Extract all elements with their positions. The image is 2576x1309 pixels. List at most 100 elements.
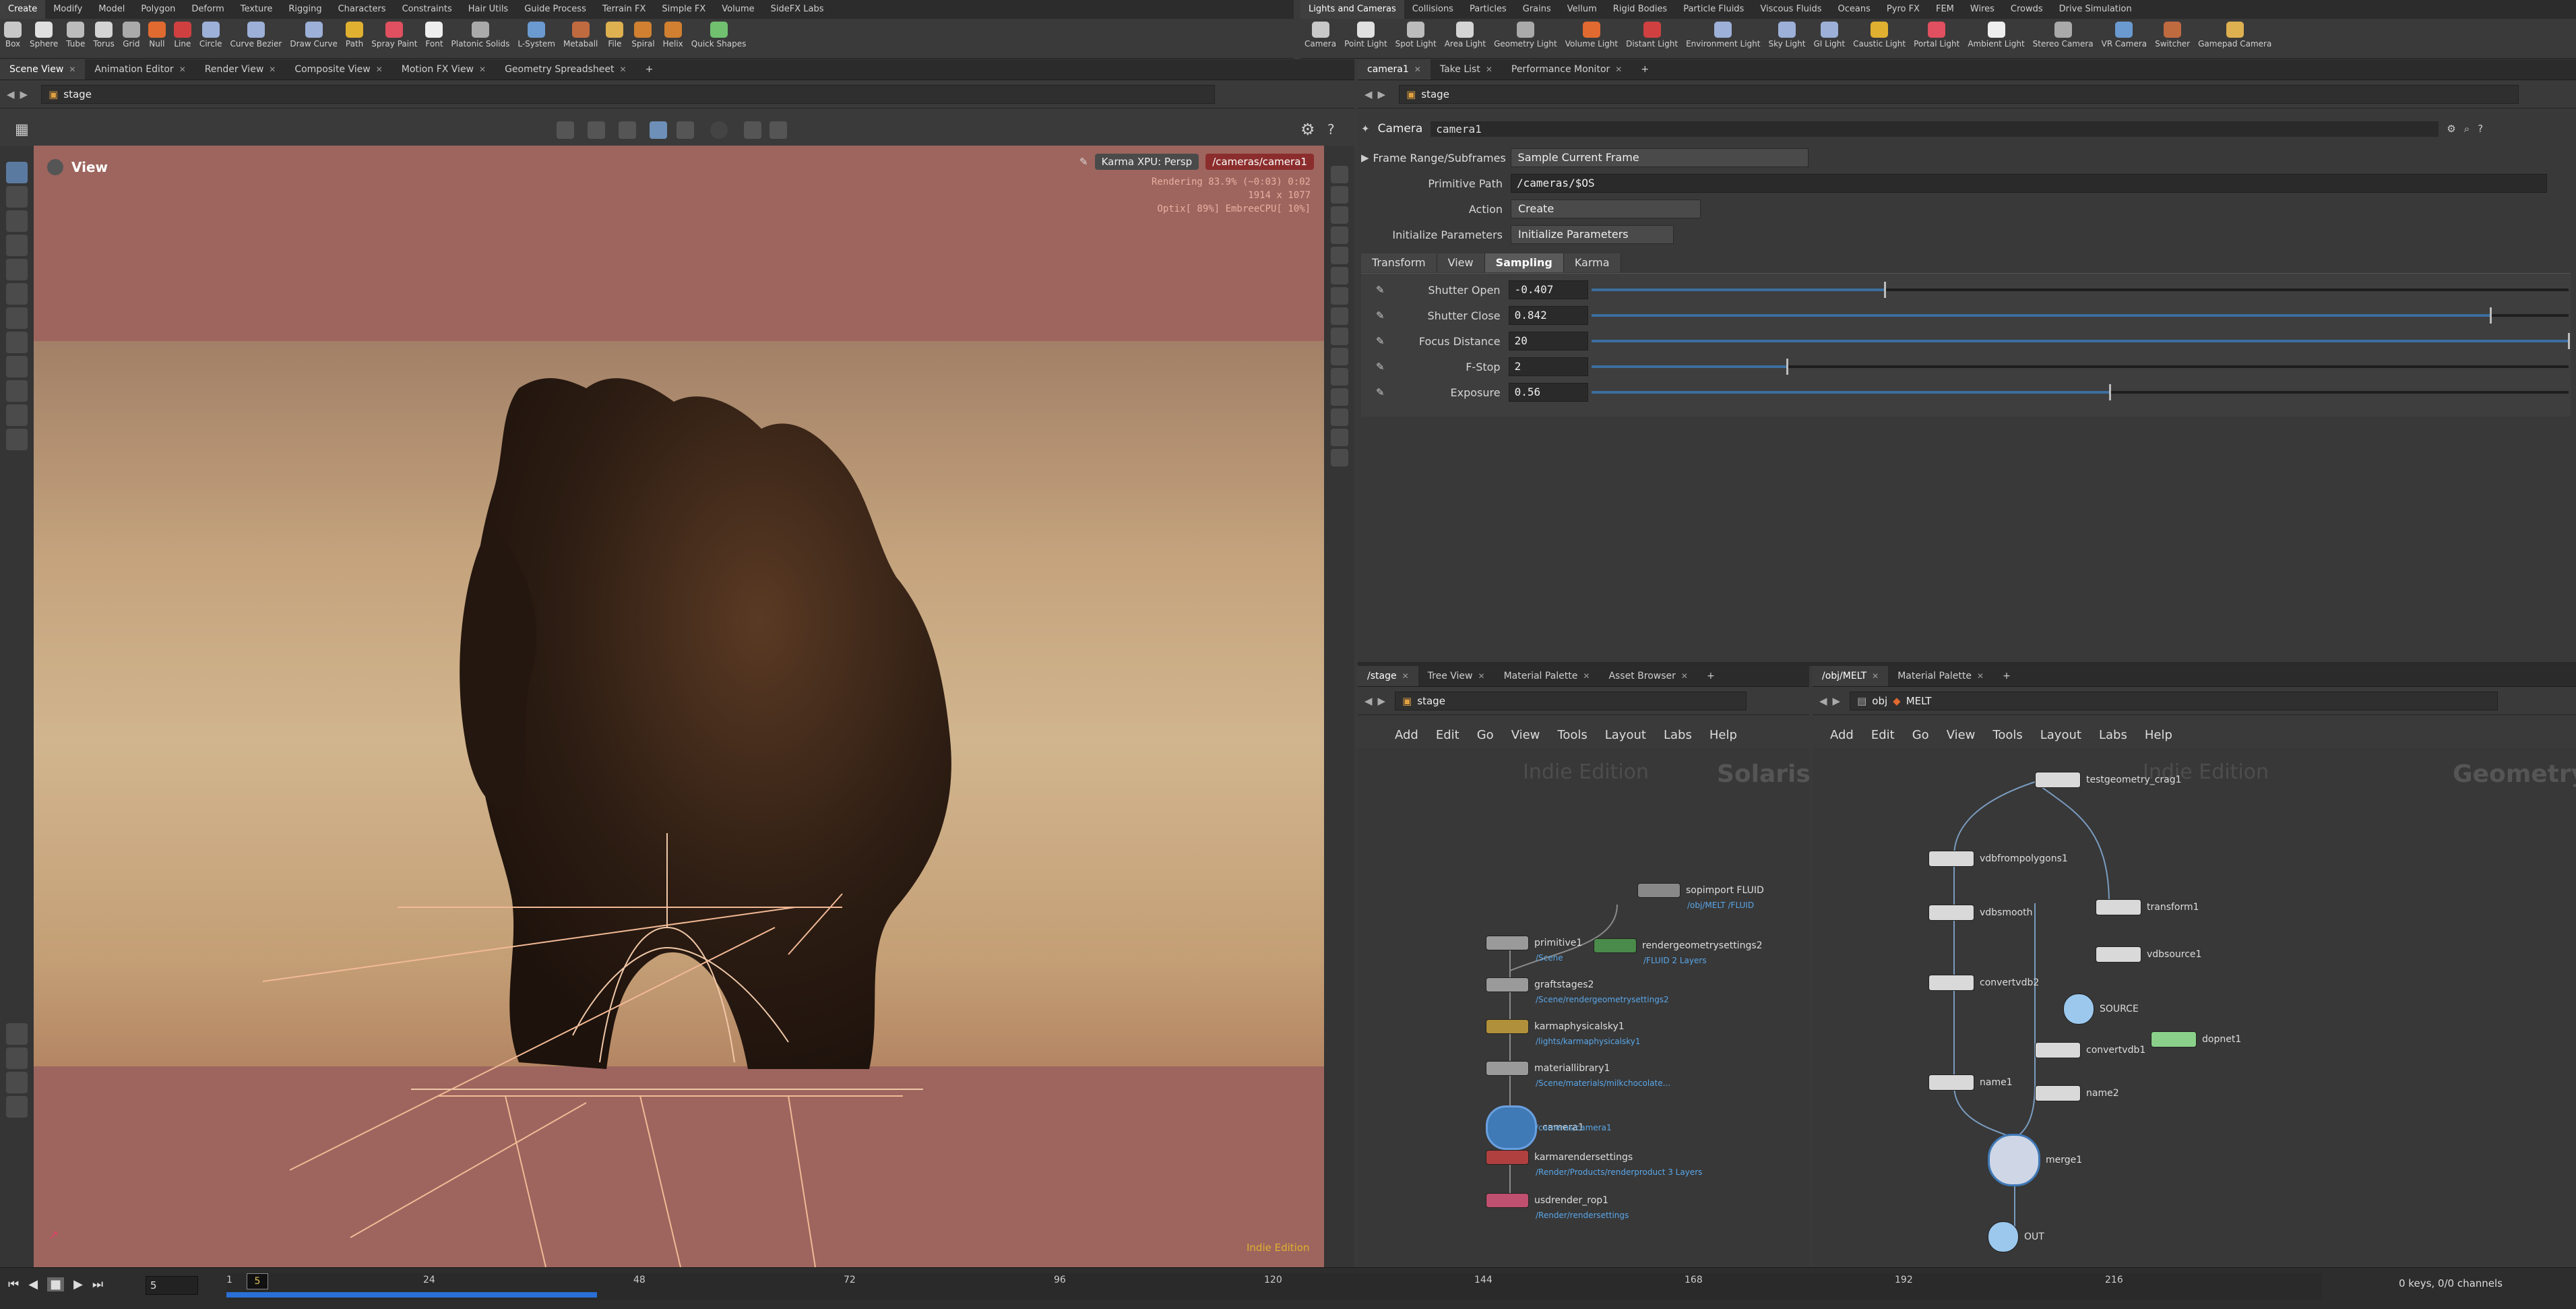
close-icon[interactable]: ✕ [1615, 59, 1622, 80]
edit-icon[interactable]: ✎ [1376, 361, 1385, 373]
menu-item[interactable]: Layout [2040, 728, 2081, 742]
shelf-tool[interactable]: Spray Paint [367, 19, 421, 48]
lasso-tool-icon[interactable] [6, 404, 28, 426]
shelf-tool[interactable]: Stereo Camera [2029, 19, 2098, 48]
back-arrow-icon[interactable]: ◀ [1364, 695, 1373, 707]
sop-node[interactable]: vdbsmooth [1928, 905, 2032, 921]
shelf-tab[interactable]: Volume [714, 0, 762, 19]
gear-icon[interactable]: ⚙ [1300, 120, 1315, 139]
play-reverse-icon[interactable]: ◀ [28, 1277, 38, 1291]
display-option-icon[interactable] [557, 121, 574, 139]
lop-node[interactable]: usdrender_rop1/Render/rendersettings [1486, 1193, 1629, 1220]
display-toggle-icon[interactable] [1330, 388, 1348, 406]
node-body[interactable] [1486, 936, 1529, 950]
shelf-tab[interactable]: SideFX Labs [763, 0, 832, 19]
menu-item[interactable]: Go [1912, 728, 1929, 742]
node-body[interactable] [1486, 1019, 1529, 1034]
display-toggle-icon[interactable] [1330, 429, 1348, 446]
layout-tool-icon[interactable] [6, 1023, 28, 1045]
shelf-tool[interactable]: Sky Light [1764, 19, 1809, 48]
forward-arrow-icon[interactable]: ▶ [1378, 695, 1386, 707]
close-icon[interactable]: ✕ [1402, 666, 1409, 686]
param-value-field[interactable]: -0.407 [1508, 280, 1588, 299]
node-body[interactable] [1637, 883, 1680, 898]
pin-icon[interactable]: ✎ [1079, 156, 1088, 168]
sop-node[interactable]: OUT [1988, 1221, 2044, 1252]
rotate-tool-icon[interactable] [6, 235, 28, 256]
node-body[interactable] [1928, 975, 1974, 991]
menu-item[interactable]: Edit [1871, 728, 1895, 742]
node-body[interactable] [1928, 851, 1974, 867]
pane-tab[interactable]: Composite View ✕ [285, 59, 391, 80]
init-params-button[interactable]: Initialize Parameters [1511, 225, 1674, 244]
param-tab[interactable]: Karma [1563, 253, 1621, 272]
shelf-tool[interactable]: Helix [659, 19, 687, 48]
sop-node[interactable]: transform1 [2096, 899, 2199, 915]
close-icon[interactable]: ✕ [1478, 666, 1485, 686]
display-toggle-icon[interactable] [1330, 186, 1348, 204]
param-tab[interactable]: View [1437, 253, 1485, 272]
close-icon[interactable]: ✕ [620, 59, 627, 80]
jump-start-icon[interactable]: ⏮ [8, 1277, 19, 1291]
lop-node[interactable]: materiallibrary1/Scene/materials/milkcho… [1486, 1061, 1670, 1088]
pane-tab[interactable]: /obj/MELT ✕ [1813, 666, 1889, 686]
back-arrow-icon[interactable]: ◀ [1819, 695, 1827, 707]
display-option-icon[interactable] [769, 121, 787, 139]
lop-node[interactable]: primitive1/Scene [1486, 936, 1582, 963]
param-tab[interactable]: Sampling [1484, 253, 1564, 272]
help-icon[interactable]: ? [1327, 121, 1335, 138]
display-toggle-icon[interactable] [1330, 267, 1348, 284]
param-value-field[interactable]: 20 [1508, 332, 1588, 351]
expand-arrow-icon[interactable]: ▶ [1361, 152, 1369, 164]
close-icon[interactable]: ✕ [269, 59, 276, 80]
shelf-tab[interactable]: Terrain FX [594, 0, 654, 19]
menu-item[interactable]: Add [1395, 728, 1418, 742]
display-toggle-icon[interactable] [1330, 408, 1348, 426]
display-toggle-icon[interactable] [1330, 247, 1348, 264]
menu-item[interactable]: Add [1830, 728, 1854, 742]
shelf-tool[interactable]: Font [421, 19, 447, 48]
camera-tool-icon[interactable] [6, 429, 28, 450]
sop-node[interactable]: convertvdb1 [2035, 1042, 2145, 1058]
obj-path-field[interactable]: ▤ obj ◆ MELT [1850, 692, 2499, 710]
shelf-tool[interactable]: Portal Light [1910, 19, 1964, 48]
handle-tool-icon[interactable] [6, 332, 28, 353]
action-dropdown[interactable]: Create [1511, 200, 1701, 218]
node-name-field[interactable]: camera1 [1431, 121, 2439, 137]
lop-node[interactable]: karmaphysicalsky1/lights/karmaphysicalsk… [1486, 1019, 1641, 1046]
node-body[interactable] [2096, 899, 2141, 915]
add-tab-icon[interactable]: + [1697, 666, 1724, 686]
sop-node[interactable]: name2 [2035, 1085, 2119, 1101]
menu-item[interactable]: Tools [1557, 728, 1587, 742]
slider-handle[interactable] [2108, 384, 2111, 400]
param-value-field[interactable]: 0.842 [1508, 306, 1588, 325]
node-body[interactable] [2096, 946, 2141, 963]
display-option-icon[interactable] [677, 121, 694, 139]
pane-tab[interactable]: Performance Monitor ✕ [1502, 59, 1631, 80]
forward-arrow-icon[interactable]: ▶ [20, 88, 28, 100]
lop-node[interactable]: camera1/cameras/camera1 [1486, 1105, 1612, 1150]
forward-arrow-icon[interactable]: ▶ [1378, 88, 1386, 100]
close-icon[interactable]: ✕ [69, 59, 75, 80]
display-option-icon[interactable] [744, 121, 761, 139]
display-option-icon[interactable] [619, 121, 636, 139]
primitive-path-field[interactable]: /cameras/$OS [1511, 174, 2547, 193]
camera-dropdown[interactable]: /cameras/camera1 [1205, 154, 1314, 170]
paint-tool-icon[interactable] [6, 1047, 28, 1069]
shelf-tool[interactable]: Camera [1300, 19, 1340, 48]
display-toggle-icon[interactable] [1330, 287, 1348, 305]
sop-node[interactable]: merge1 [1988, 1134, 2082, 1186]
shelf-tab[interactable]: Particle Fluids [1675, 0, 1752, 19]
sop-node[interactable]: SOURCE [2063, 994, 2139, 1025]
display-option-icon[interactable] [710, 121, 728, 139]
grid-menu-icon[interactable]: ▦ [15, 121, 29, 138]
stop-icon[interactable]: ■ [47, 1277, 65, 1291]
add-tab-icon[interactable]: + [1631, 59, 1658, 80]
node-body[interactable] [1928, 905, 1974, 921]
shelf-tab[interactable]: Wires [1962, 0, 2003, 19]
shelf-tab[interactable]: Lights and Cameras [1300, 0, 1404, 19]
sop-node[interactable]: dopnet1 [2151, 1031, 2241, 1047]
play-icon[interactable]: ▶ [73, 1277, 83, 1291]
lop-node[interactable]: graftstages2/Scene/rendergeometrysetting… [1486, 977, 1669, 1004]
param-slider[interactable] [1592, 359, 2569, 375]
